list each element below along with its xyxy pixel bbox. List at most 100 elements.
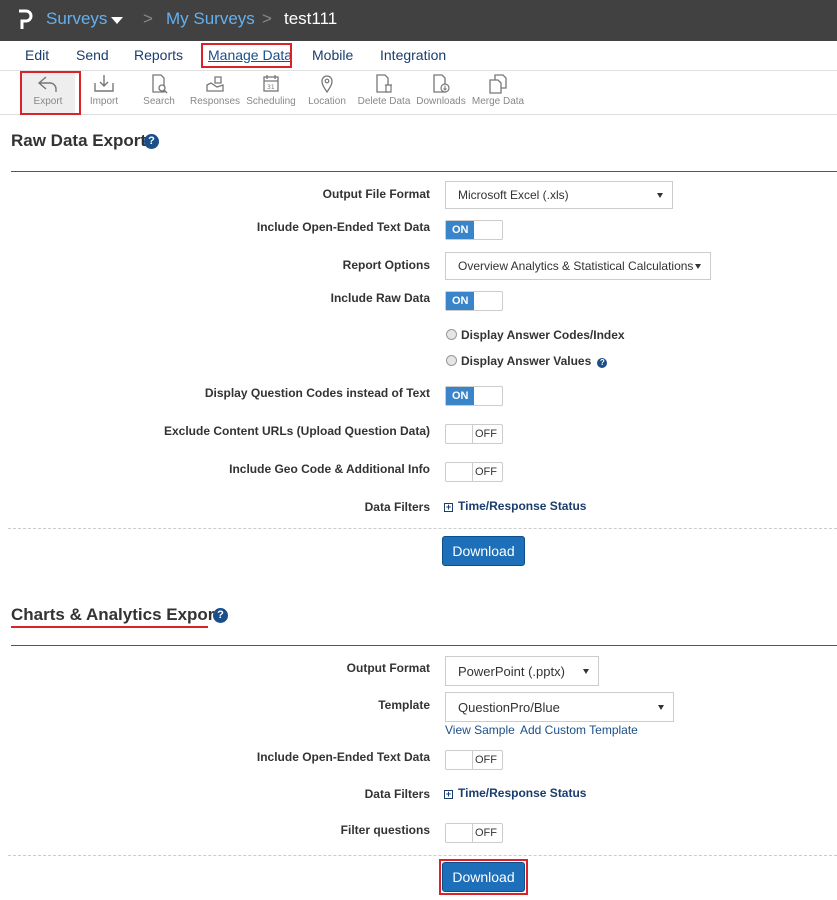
location-pin-icon [321,75,333,94]
question-codes-label: Display Question Codes instead of Text [204,386,430,400]
toolbar-location-button[interactable]: Location [300,71,354,113]
tab-mobile[interactable]: Mobile [312,47,353,63]
toggle-state: ON [446,292,474,310]
open-ended-toggle[interactable]: ON [445,220,503,240]
toggle-state: OFF [472,824,502,842]
toolbar-label: Import [89,96,119,107]
charts-open-ended-toggle[interactable]: OFF [445,750,503,770]
top-bar: Surveys > My Surveys > test111 [0,0,837,41]
dropdown-arrow-icon [658,705,664,710]
import-icon [94,75,114,92]
manage-data-toolbar: Export Import Search Responses 31 Schedu… [0,71,837,115]
output-format-select[interactable]: PowerPoint (.pptx) [445,656,599,686]
select-value: QuestionPro/Blue [458,700,560,715]
breadcrumb-my-surveys[interactable]: My Surveys [166,9,255,29]
tab-send[interactable]: Send [76,47,109,63]
title-underline-highlight [11,626,208,628]
raw-export-title: Raw Data Export [11,131,147,150]
toolbar-label: Location [308,96,346,107]
template-label: Template [378,698,430,712]
tab-reports[interactable]: Reports [134,47,183,63]
merge-data-icon [489,74,507,94]
include-raw-data-toggle[interactable]: ON [445,291,503,311]
toolbar-downloads-button[interactable]: Downloads [414,71,468,113]
include-raw-data-label: Include Raw Data [330,291,430,305]
report-options-select[interactable]: Overview Analytics & Statistical Calcula… [445,252,711,280]
toggle-state: OFF [472,751,502,769]
toolbar-label: Merge Data [471,96,525,107]
search-icon [152,74,168,94]
open-ended-label: Include Open-Ended Text Data [256,220,430,234]
help-icon[interactable]: ? [144,134,159,149]
breadcrumb-separator: > [262,9,272,28]
output-file-format-label: Output File Format [322,187,430,201]
dropdown-arrow-icon [583,669,589,674]
questionpro-logo-icon[interactable] [17,9,33,31]
help-icon[interactable]: ? [213,608,228,623]
toolbar-label: Downloads [416,96,466,107]
filter-questions-toggle[interactable]: OFF [445,823,503,843]
expand-plus-icon: + [444,789,453,799]
toolbar-label: Scheduling [246,96,296,107]
tab-integration[interactable]: Integration [380,47,446,63]
toggle-state: ON [446,387,474,405]
charts-open-ended-label: Include Open-Ended Text Data [256,750,430,764]
question-codes-toggle[interactable]: ON [445,386,503,406]
radio-answer-values[interactable]: Display Answer Values? [446,354,608,368]
output-format-label: Output Format [346,661,430,675]
radio-button[interactable] [446,329,457,340]
surveys-menu[interactable]: Surveys [46,9,107,29]
highlight-box-manage-data [201,43,292,68]
data-filters-label: Data Filters [364,500,430,514]
highlight-box-export [20,71,81,115]
expand-plus-icon: + [444,502,453,512]
chevron-down-icon[interactable] [111,17,123,24]
tab-edit[interactable]: Edit [25,47,49,63]
add-custom-template-link[interactable]: Add Custom Template [520,723,638,737]
radio-button[interactable] [446,355,457,366]
output-file-format-select[interactable]: Microsoft Excel (.xls) [445,181,673,209]
toolbar-label: Responses [189,96,241,107]
section-divider [11,171,837,172]
filter-link-label: Time/Response Status [458,786,587,800]
breadcrumb-current-survey: test111 [284,9,338,28]
toolbar-delete-data-button[interactable]: Delete Data [357,71,411,113]
select-value: PowerPoint (.pptx) [458,664,565,679]
radio-label: Display Answer Codes/Index [461,328,625,342]
template-select[interactable]: QuestionPro/Blue [445,692,674,722]
select-value: Overview Analytics & Statistical Calcula… [458,259,694,273]
toolbar-search-button[interactable]: Search [132,71,186,113]
toolbar-scheduling-button[interactable]: 31 Scheduling [244,71,298,113]
charts-time-response-status-link[interactable]: + Time/Response Status [444,786,586,800]
filter-questions-label: Filter questions [340,823,430,837]
toolbar-merge-data-button[interactable]: Merge Data [471,71,525,113]
geo-code-label: Include Geo Code & Additional Info [229,462,430,476]
toolbar-import-button[interactable]: Import [77,71,131,113]
breadcrumb-separator: > [143,9,153,28]
toolbar-responses-button[interactable]: Responses [188,71,242,113]
toggle-state: OFF [472,425,502,443]
section-divider [11,645,837,646]
svg-text:31: 31 [267,84,275,91]
toolbar-label: Search [143,96,175,107]
radio-label: Display Answer Values [461,354,592,368]
responses-icon [206,76,224,92]
exclude-urls-label: Exclude Content URLs (Upload Question Da… [163,424,430,438]
downloads-icon [433,74,450,93]
filter-link-label: Time/Response Status [458,499,587,513]
section-separator [8,528,837,529]
delete-data-icon [376,74,392,93]
dropdown-arrow-icon [657,193,663,198]
charts-export-title: Charts & Analytics Export [11,605,221,624]
time-response-status-link[interactable]: + Time/Response Status [444,499,586,513]
view-sample-link[interactable]: View Sample [445,723,515,737]
select-value: Microsoft Excel (.xls) [458,188,569,202]
raw-export-download-button[interactable]: Download [442,536,525,566]
radio-answer-codes[interactable]: Display Answer Codes/Index [446,328,625,342]
geo-code-toggle[interactable]: OFF [445,462,503,482]
help-icon[interactable]: ? [597,358,608,368]
highlight-box-download [439,859,528,895]
section-separator [8,855,837,856]
toggle-state: OFF [472,463,502,481]
exclude-urls-toggle[interactable]: OFF [445,424,503,444]
